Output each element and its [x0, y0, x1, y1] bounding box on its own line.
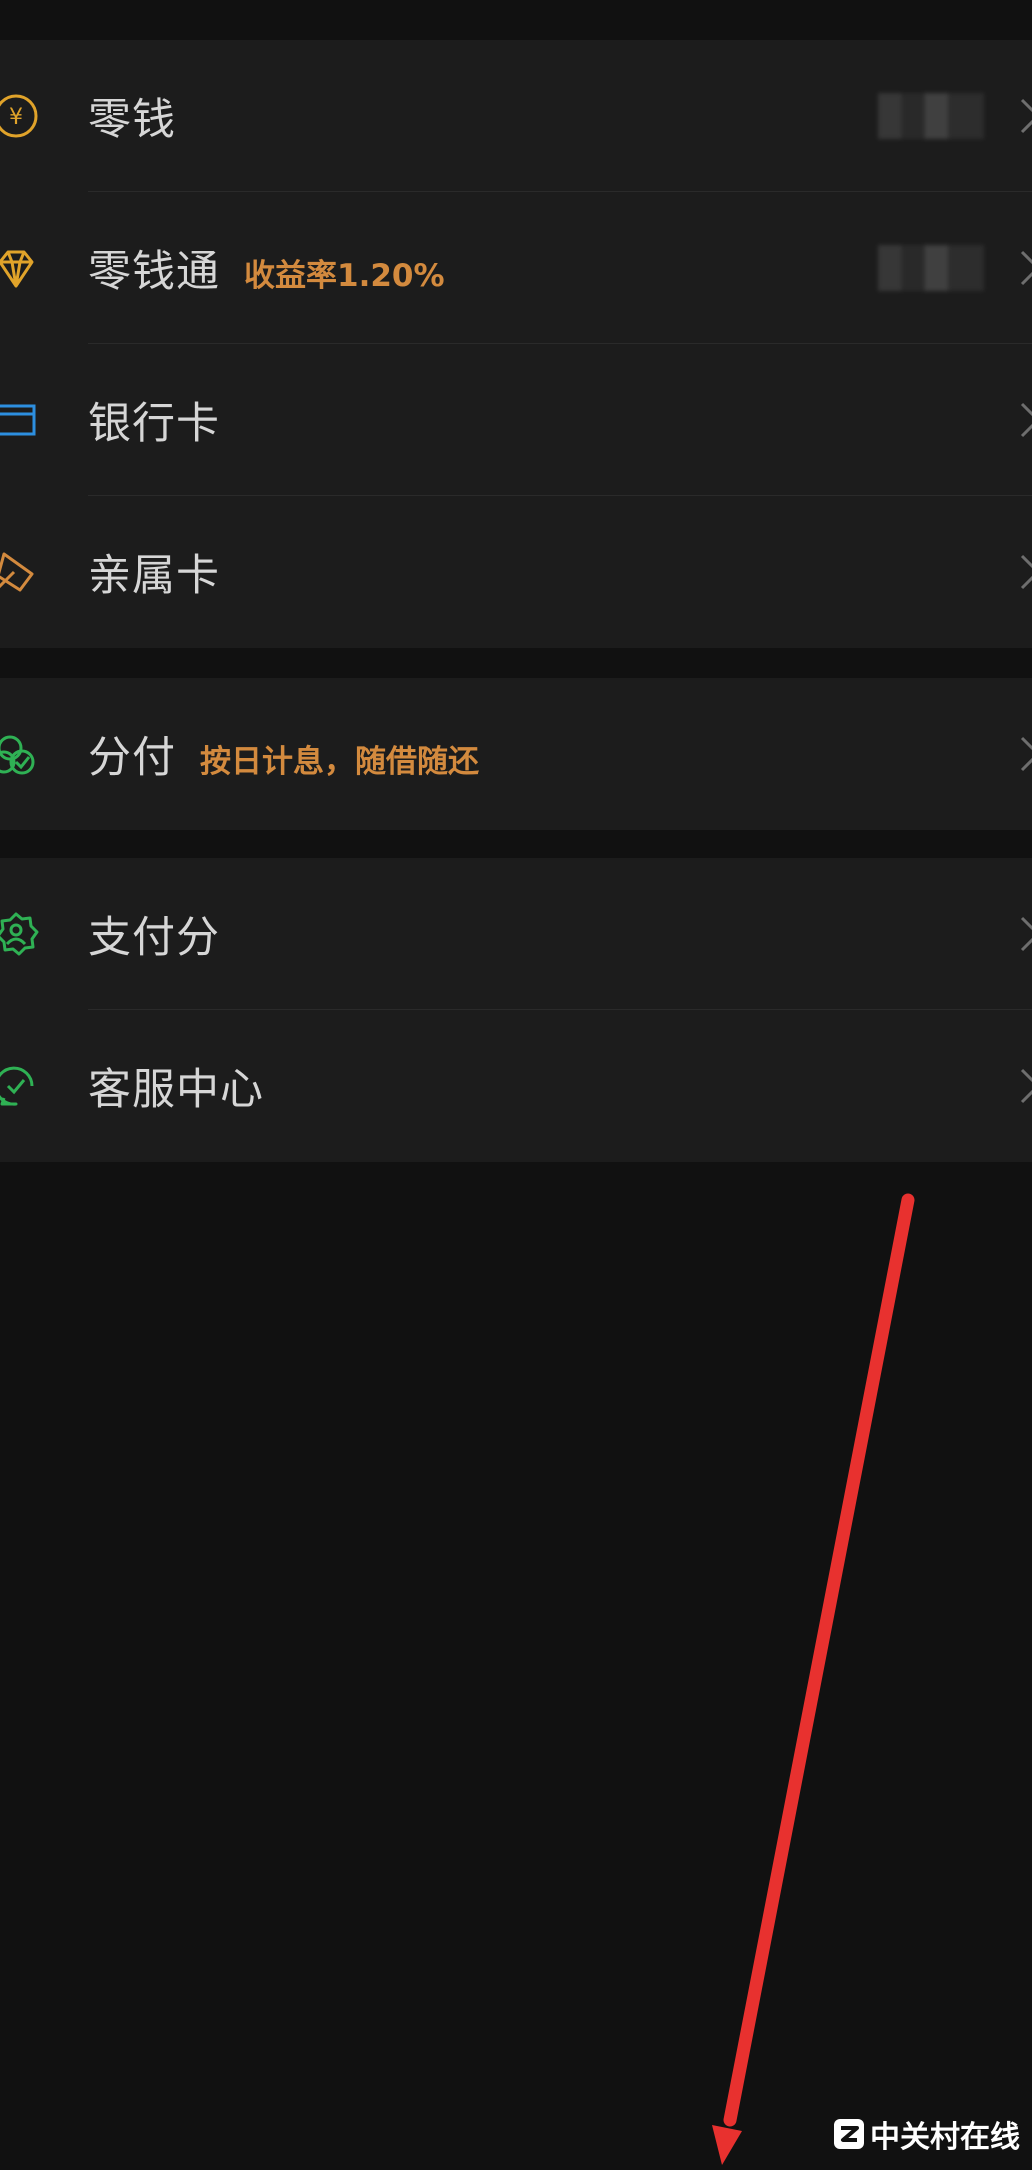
family-card-icon — [0, 548, 40, 596]
chevron-right-icon — [1016, 398, 1032, 442]
wallet-group-3: 支付分 客服中心 — [0, 858, 1032, 1162]
row-lingqiantong[interactable]: 零钱通 收益率1.20% — [0, 192, 1032, 344]
chevron-right-icon — [1016, 732, 1032, 776]
bank-card-icon — [0, 396, 40, 444]
fenfu-promo-text: 按日计息，随借随还 — [200, 744, 479, 780]
chevron-right-icon — [1016, 912, 1032, 956]
row-label-text: 零钱通 — [88, 247, 220, 297]
row-fenfu[interactable]: 分付 按日计息，随借随还 — [0, 678, 1032, 830]
row-label: 支付分 — [88, 913, 220, 963]
payment-score-icon — [0, 910, 40, 958]
zol-logo-icon — [834, 2119, 864, 2149]
row-payment-score[interactable]: 支付分 — [0, 858, 1032, 1010]
row-change[interactable]: ¥ 零钱 — [0, 40, 1032, 192]
yuan-coin-icon: ¥ — [0, 92, 40, 140]
row-label: 零钱通 收益率1.20% — [88, 237, 445, 299]
wallet-group-2: 分付 按日计息，随借随还 — [0, 678, 1032, 830]
row-label: 亲属卡 — [88, 551, 220, 601]
chevron-right-icon — [1016, 94, 1032, 138]
row-label-text: 分付 — [88, 733, 176, 783]
wallet-group-1: ¥ 零钱 零钱通 收益率1.20% 银行卡 亲属卡 — [0, 40, 1032, 648]
row-label: 零钱 — [88, 95, 176, 145]
diamond-icon — [0, 244, 40, 292]
row-label: 客服中心 — [88, 1065, 264, 1115]
svg-text:¥: ¥ — [9, 105, 23, 130]
row-label: 银行卡 — [88, 399, 220, 449]
chevron-right-icon — [1016, 1064, 1032, 1108]
row-customer-service[interactable]: 客服中心 — [0, 1010, 1032, 1162]
row-family-card[interactable]: 亲属卡 — [0, 496, 1032, 648]
watermark-text: 中关村在线 — [870, 2120, 1020, 2155]
masked-balance — [878, 245, 984, 291]
row-label: 分付 按日计息，随借随还 — [88, 723, 479, 785]
watermark: 中关村在线 — [834, 2112, 1020, 2156]
chevron-right-icon — [1016, 246, 1032, 290]
chevron-right-icon — [1016, 550, 1032, 594]
masked-balance — [878, 93, 984, 139]
yield-rate-text: 收益率1.20% — [244, 258, 445, 294]
customer-service-icon — [0, 1062, 40, 1110]
row-bank-card[interactable]: 银行卡 — [0, 344, 1032, 496]
fenfu-icon — [0, 730, 40, 778]
